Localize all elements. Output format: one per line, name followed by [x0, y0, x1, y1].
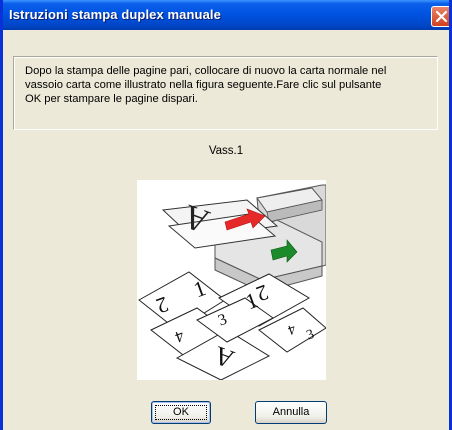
title-bar[interactable]: Istruzioni stampa duplex manuale: [3, 0, 449, 30]
ok-button[interactable]: OK: [151, 401, 211, 424]
window-title: Istruzioni stampa duplex manuale: [9, 7, 221, 22]
instruction-text: Dopo la stampa delle pagine pari, colloc…: [25, 65, 387, 105]
instruction-box: Dopo la stampa delle pagine pari, colloc…: [13, 56, 438, 130]
tray-label: Vass.1: [208, 145, 244, 157]
close-button[interactable]: [431, 6, 449, 27]
dialog-window: Istruzioni stampa duplex manuale Dopo la…: [0, 0, 452, 430]
cancel-button[interactable]: Annulla: [255, 401, 327, 424]
printer-tray-image: A 2 1 2 1 4 3 4 3 A: [138, 184, 327, 381]
ok-button-label: OK: [155, 405, 207, 420]
printer-illustration: A 2 1 2 1 4 3 4 3 A: [137, 180, 327, 381]
close-icon: [435, 10, 448, 23]
